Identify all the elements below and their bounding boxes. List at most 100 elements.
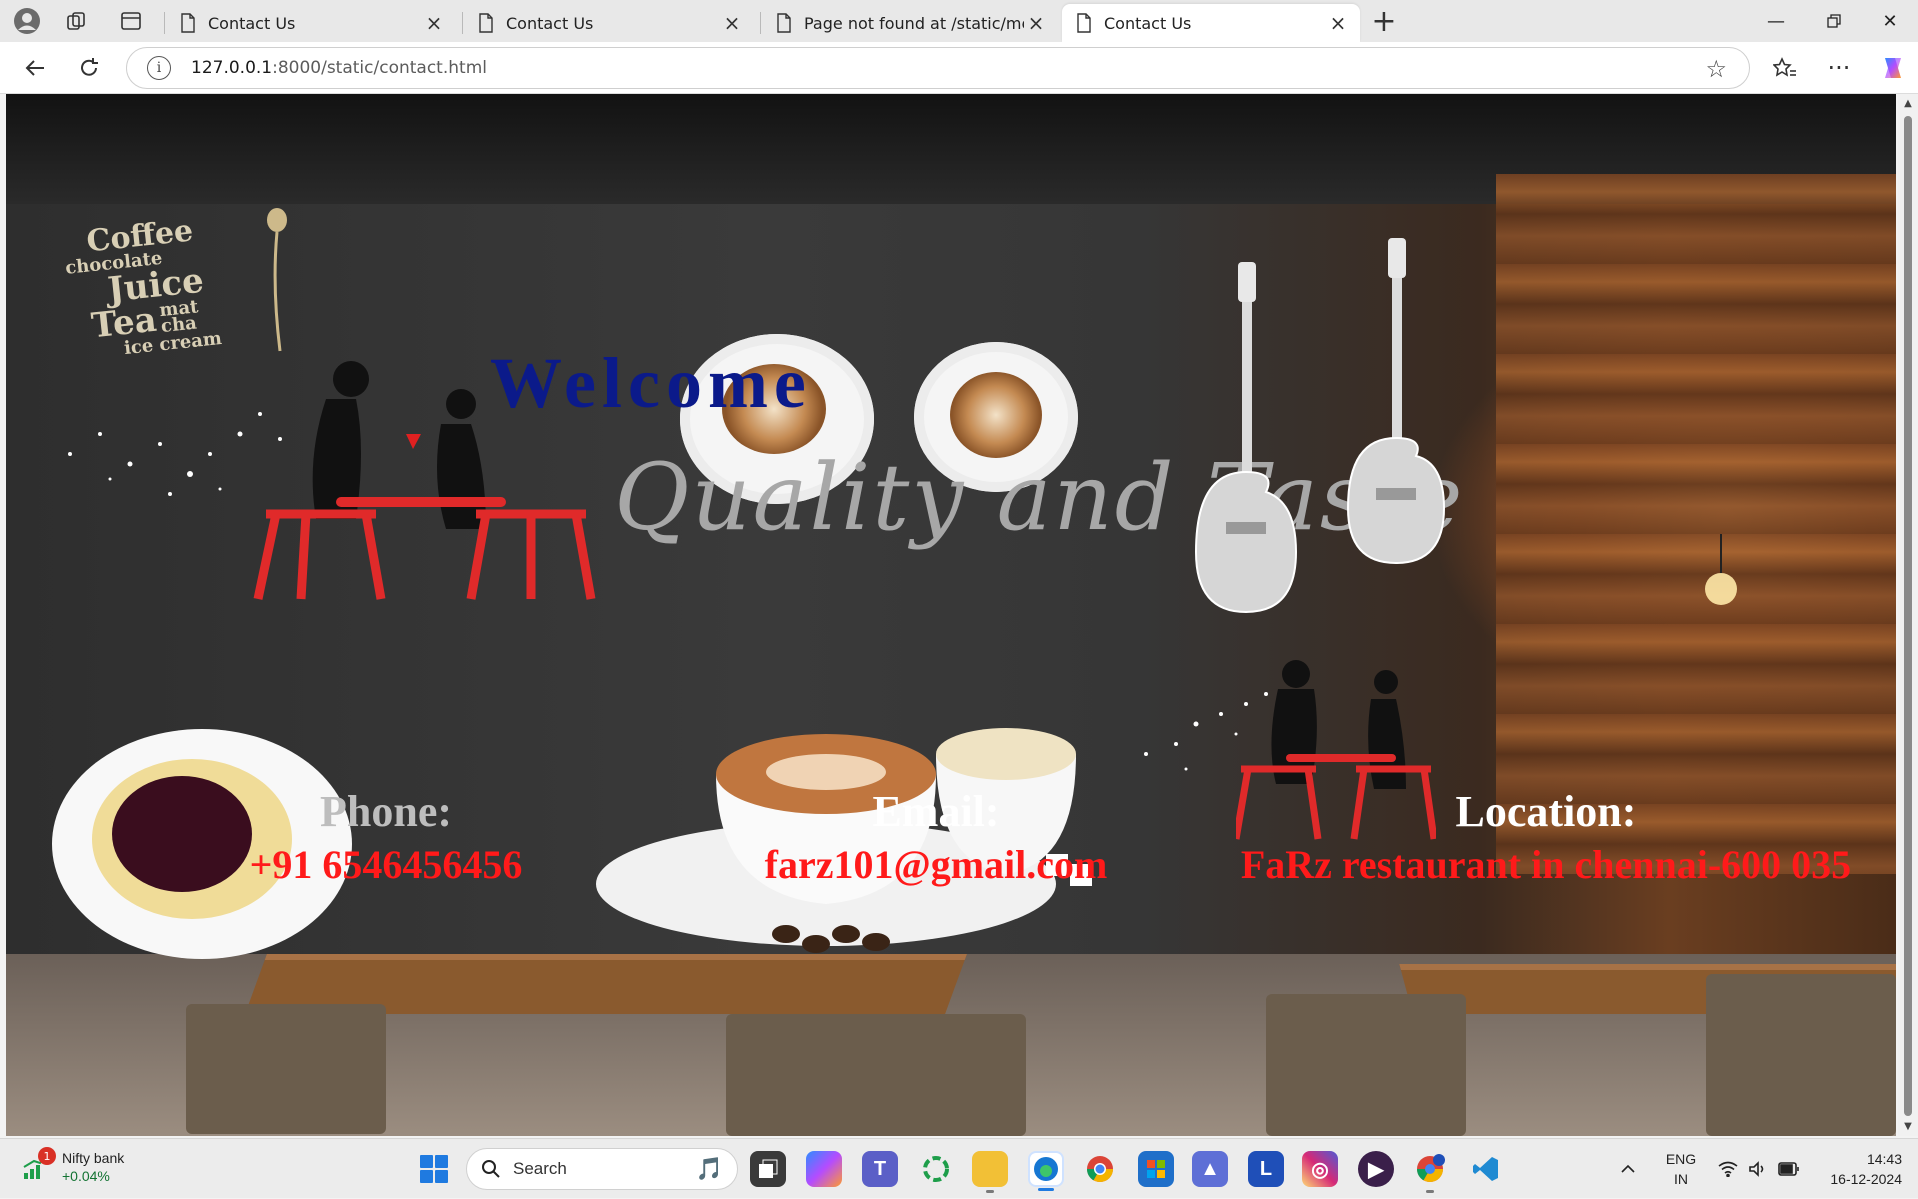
email-value: farz101@gmail.com <box>764 842 1108 887</box>
taskbar-search[interactable]: Search 🎵 <box>466 1148 738 1190</box>
edge-icon[interactable] <box>1028 1151 1064 1191</box>
workspaces-icon[interactable] <box>58 5 96 37</box>
chair <box>1706 974 1896 1136</box>
running-indicator <box>1038 1188 1054 1191</box>
widget-name: Nifty bank <box>62 1150 125 1166</box>
tab-strip: Contact Us × Contact Us × Page not found… <box>0 0 1918 42</box>
clock[interactable]: 14:43 16-12-2024 <box>1808 1139 1902 1199</box>
location-value: FaRz restaurant in chennai-600 035 <box>1240 842 1852 887</box>
scrollbar-thumb[interactable] <box>1904 116 1912 1116</box>
url-text[interactable]: 127.0.0.1:8000/static/contact.html <box>191 58 487 78</box>
windows-taskbar: 1 Nifty bank +0.04% Search 🎵 T ▲ L ◎ ▶ E <box>0 1138 1918 1198</box>
vscode-icon[interactable] <box>1468 1151 1504 1187</box>
media-player-icon[interactable]: ▶ <box>1358 1151 1394 1187</box>
clock-date: 16-12-2024 <box>1830 1171 1902 1187</box>
language-indicator[interactable]: ENG IN <box>1664 1139 1698 1199</box>
sync-icon[interactable] <box>918 1151 954 1187</box>
restore-button[interactable] <box>1806 0 1862 42</box>
guitar-drawing <box>1346 238 1446 565</box>
store-icon[interactable] <box>1138 1151 1174 1187</box>
email-contact: Email: farz101@gmail.com <box>626 786 1246 888</box>
copilot-icon[interactable] <box>806 1151 842 1187</box>
search-label: Search <box>513 1159 567 1178</box>
page-icon <box>181 13 195 33</box>
page-icon <box>1077 13 1091 33</box>
region-code: IN <box>1674 1171 1688 1187</box>
url-path: :8000/static/contact.html <box>272 58 487 78</box>
chrome-icon[interactable] <box>1082 1151 1118 1187</box>
address-bar[interactable]: i 127.0.0.1:8000/static/contact.html ☆ <box>126 47 1750 89</box>
location-label: Location: <box>1455 787 1637 836</box>
tab-contact-us-1[interactable]: Contact Us × <box>166 4 456 42</box>
wood-wall-panel <box>1496 174 1896 874</box>
show-hidden-icons[interactable] <box>1620 1139 1636 1199</box>
url-host: 127.0.0.1 <box>191 58 273 78</box>
teams-icon[interactable]: T <box>862 1151 898 1187</box>
profile-icon[interactable] <box>8 5 46 37</box>
favorite-star-icon[interactable]: ☆ <box>1705 55 1727 83</box>
tab-separator <box>164 12 165 34</box>
restaurant-background-image: Coffee chocolate Juice Tea mat cha ice cr… <box>6 94 1896 1136</box>
tab-title: Contact Us <box>208 13 296 33</box>
navigation-bar: i 127.0.0.1:8000/static/contact.html ☆ ·… <box>0 42 1918 94</box>
notification-badge: 1 <box>38 1147 56 1165</box>
scroll-down-arrow-icon[interactable]: ▼ <box>1902 1121 1914 1132</box>
new-tab-button[interactable]: + <box>1366 4 1402 39</box>
task-view-icon[interactable] <box>750 1151 786 1187</box>
page-icon <box>777 13 791 33</box>
search-highlight-icon: 🎵 <box>695 1156 723 1182</box>
tab-contact-us-2[interactable]: Contact Us × <box>464 4 754 42</box>
wifi-icon <box>1718 1161 1738 1177</box>
instagram-icon[interactable]: ◎ <box>1302 1151 1338 1187</box>
tab-contact-us-active[interactable]: Contact Us × <box>1062 4 1360 42</box>
tab-separator <box>760 12 761 34</box>
tab-title: Contact Us <box>506 13 594 33</box>
start-icon[interactable] <box>416 1151 452 1187</box>
sparkles <box>68 412 282 496</box>
vpn-icon[interactable]: ▲ <box>1192 1151 1228 1187</box>
phone-contact: Phone: +91 6546456456 <box>206 786 566 888</box>
favorites-icon[interactable] <box>1766 50 1804 86</box>
close-tab-icon[interactable]: × <box>422 11 446 35</box>
language-code: ENG <box>1665 1151 1697 1167</box>
refresh-button[interactable] <box>70 50 108 86</box>
close-window-button[interactable]: ✕ <box>1862 0 1918 42</box>
widget-change: +0.04% <box>62 1168 110 1184</box>
battery-icon <box>1778 1162 1799 1176</box>
clock-time: 14:43 <box>1866 1151 1902 1167</box>
location-contact: Location: FaRz restaurant in chennai-600… <box>1226 786 1866 888</box>
spoon-drawing <box>267 208 287 352</box>
volume-icon <box>1749 1161 1764 1177</box>
system-tray-icons[interactable] <box>1718 1139 1800 1199</box>
back-button[interactable] <box>16 50 54 86</box>
more-menu-icon[interactable]: ··· <box>1820 50 1858 86</box>
chalk-menu-words: Coffee chocolate Juice Tea mat cha ice cr… <box>61 213 222 364</box>
close-tab-icon[interactable]: × <box>1326 11 1350 35</box>
scroll-up-arrow-icon[interactable]: ▲ <box>1902 98 1914 109</box>
copilot-icon[interactable] <box>1874 50 1912 86</box>
running-indicator <box>986 1190 994 1193</box>
chair <box>1266 994 1466 1136</box>
tab-separator <box>462 12 463 34</box>
pendant-lamp-icon <box>1705 534 1737 605</box>
vertical-tabs-icon[interactable] <box>112 5 150 37</box>
close-tab-icon[interactable]: × <box>1024 11 1048 35</box>
email-label: Email: <box>872 787 1000 836</box>
chair <box>726 1014 1026 1136</box>
site-info-icon[interactable]: i <box>147 56 171 80</box>
file-explorer-icon[interactable] <box>972 1151 1008 1193</box>
minimize-button[interactable]: — <box>1748 0 1804 42</box>
welcome-heading: Welcome <box>490 343 812 423</box>
chevron-up-icon <box>1621 1164 1635 1173</box>
running-indicator <box>1426 1190 1434 1193</box>
l-app-icon[interactable]: L <box>1248 1151 1284 1187</box>
close-tab-icon[interactable]: × <box>720 11 744 35</box>
page-icon <box>479 13 493 33</box>
tab-title: Contact Us <box>1104 13 1192 33</box>
chrome-profile-icon[interactable] <box>1412 1151 1448 1193</box>
page-scrollbar[interactable]: ▲ ▼ <box>1898 94 1918 1136</box>
market-widget[interactable]: 1 Nifty bank +0.04% <box>22 1147 125 1185</box>
chair <box>186 1004 386 1134</box>
tab-page-not-found[interactable]: Page not found at /static/menu.ht × <box>762 4 1058 42</box>
search-icon <box>482 1160 500 1178</box>
